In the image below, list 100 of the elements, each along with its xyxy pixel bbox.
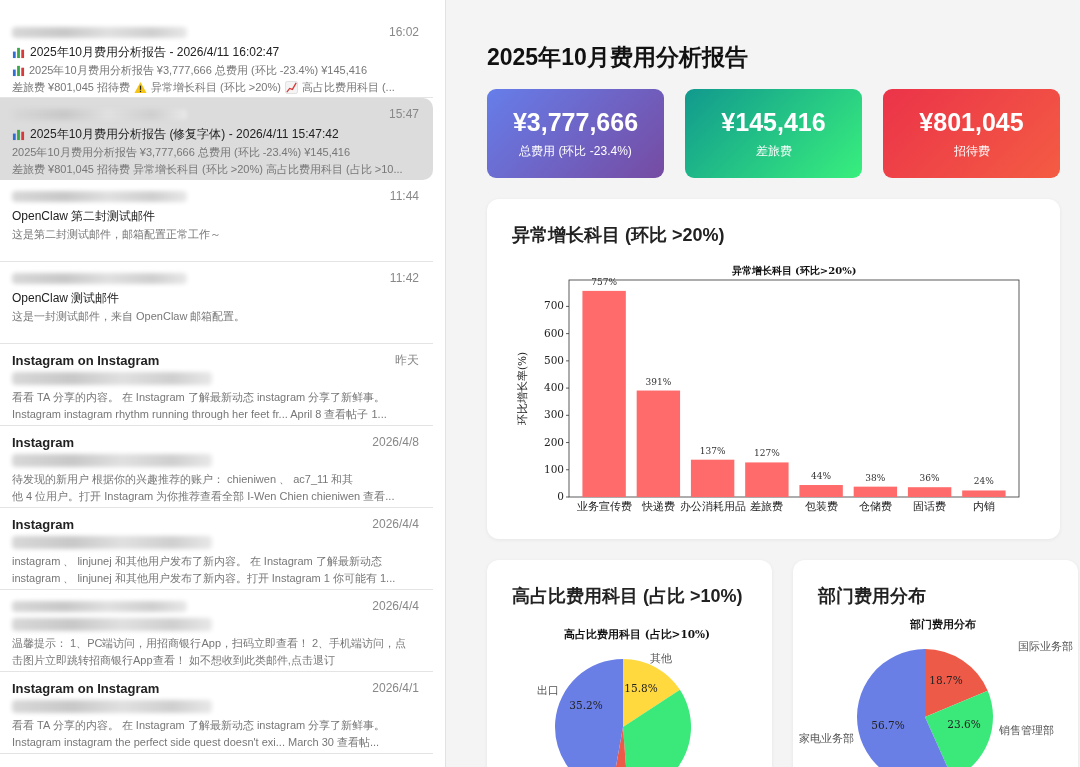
- y-tick-label: 500: [543, 353, 564, 366]
- mail-subject: 2025年10月费用分析报告 - 2026/4/11 16:02:47: [30, 43, 280, 61]
- y-tick-label: 0: [557, 490, 564, 502]
- bar-chart-icon: [12, 45, 25, 59]
- bar: [853, 486, 898, 497]
- mail-preview: 他 4 位用户。打开 Instagram 为你推荐查看全部 I-Wen Chien chieniwen 查看...: [12, 489, 395, 504]
- warning-icon: [134, 81, 147, 94]
- chart-title: 部门费用分布: [910, 618, 976, 630]
- mail-time: 11:44: [389, 189, 419, 203]
- slice-percent: 23.6%: [947, 718, 981, 730]
- mail-item[interactable]: Instagram 2026/4/8 待发现的新用户 根据你的兴趣推荐的账户： chieniwen 、 ac7_11 和其 他 4 位用户。打开 Instagram 为你推荐查看全部 I-Wen Chien chieniwen 查看...: [0, 426, 433, 508]
- mail-preview: 差旅费 ¥801,045 招待费 异常增长科目 (环比 >20%) 高占比费用科目 (占比 >10...: [12, 162, 403, 177]
- mail-time: 16:02: [388, 25, 419, 39]
- mail-item[interactable]: Instagram on Instagram 昨天 看看 TA 分享的内容。 在 Instagram 了解最新动态 instagram 分享了新鲜事。 Instagram instagram rhythm running through her feet fr... April 8 查看帖子 1...: [0, 344, 433, 426]
- mail-item[interactable]: Instagram 2026/4/4 instagram 、 linjunej 和其他用户发布了新内容。 在 Instagram 了解最新动态 instagram 、 linjunej 和其他用户发布了新内容。打开 Instagram 1 你可能有 1...: [0, 508, 433, 590]
- slice-label: 其他: [650, 652, 672, 664]
- stat-label: 总费用 (环比 -23.4%): [519, 142, 632, 160]
- mail-preview: 看看 TA 分享的内容。 在 Instagram 了解最新动态 instagram 分享了新鲜事。: [12, 718, 386, 733]
- slice-percent: 18.7%: [929, 674, 963, 686]
- mail-preview: 2025年10月费用分析报告 ¥3,777,666 总费用 (环比 -23.4%) ¥145,416: [29, 63, 368, 78]
- mail-time: 2026/4/1: [372, 681, 419, 695]
- mail-time: 2026/4/4: [372, 517, 419, 531]
- slice-label: 家电业务部: [799, 732, 854, 744]
- sender-name: Instagram on Instagram: [12, 352, 160, 368]
- mail-preview: 看看 TA 分享的内容。 在 Instagram 了解最新动态 instagram 分享了新鲜事。: [12, 390, 386, 405]
- chart-title: 异常增长科目 (环比>20%): [731, 265, 857, 276]
- mail-item[interactable]: 15:47 2025年10月费用分析报告 (修复字体) - 2026/4/11 15:47:42 2025年10月费用分析报告 ¥3,777,666 总费用 (环比 -23.4%) ¥145,416 差旅费 ¥801,045 招待费 异常增长科目 (环比 >20%) 高占比费用科目 (占比 >10...: [0, 98, 433, 180]
- mail-time: 15:47: [388, 107, 419, 121]
- mail-preview: 待发现的新用户 根据你的兴趣推荐的账户： chieniwen 、 ac7_11 和其: [12, 472, 354, 487]
- y-tick-label: 400: [543, 381, 564, 394]
- stat-value: ¥145,416: [721, 107, 826, 137]
- y-tick-label: 700: [543, 299, 564, 312]
- stat-label: 差旅费: [755, 142, 792, 160]
- category-label: 包装费: [804, 500, 838, 512]
- value-label: 24%: [973, 476, 994, 487]
- mail-subject: OpenClaw 测试邮件: [12, 289, 120, 307]
- mail-preview: instagram 、 linjunej 和其他用户发布了新内容。 在 Instagram 了解最新动态: [12, 554, 382, 569]
- mail-preview: 异常增长科目 (环比 >20%): [151, 80, 281, 95]
- mail-preview: 2025年10月费用分析报告 ¥3,777,666 总费用 (环比 -23.4%) ¥145,416: [12, 145, 351, 160]
- mail-time: 11:42: [389, 271, 419, 285]
- mail-preview: 差旅费 ¥801,045 招待费: [12, 80, 130, 95]
- mail-preview: 高占比费用科目 (...: [301, 80, 395, 95]
- sender-name: Instagram: [12, 516, 75, 532]
- slice-label: 国际业务部: [1018, 640, 1073, 652]
- value-label: 137%: [699, 445, 726, 456]
- mail-item[interactable]: 2026/4/4 温馨提示： 1、PC端访问，用招商银行App，扫码立即查看！ 2、手机端访问，点 击图片立即跳转招商银行App查看！ 如不想收到此类邮件,点击退订: [0, 590, 433, 672]
- y-tick-label: 200: [543, 435, 564, 448]
- mail-preview: 这是一封测试邮件，来自 OpenClaw 邮箱配置。: [12, 309, 246, 324]
- value-label: 127%: [754, 448, 780, 459]
- section-heading: 异常增长科目 (环比 >20%): [512, 224, 726, 247]
- y-tick-label: 100: [543, 462, 564, 475]
- mail-preview: Instagram instagram the perfect side quest doesn't exi... March 30 查看帖...: [12, 735, 380, 750]
- axis-title: 环比增长率(%): [516, 351, 528, 426]
- category-label: 业务宣传费: [576, 500, 632, 512]
- category-label: 内销: [972, 500, 995, 512]
- value-label: 36%: [919, 473, 940, 484]
- bar: [907, 487, 952, 497]
- value-label: 38%: [865, 472, 886, 483]
- stat-value: ¥3,777,666: [512, 107, 639, 137]
- sender-name: Instagram on Instagram: [12, 680, 160, 696]
- bar: [799, 485, 843, 497]
- mail-preview: instagram 、 linjunej 和其他用户发布了新内容。打开 Instagram 1 你可能有 1...: [12, 571, 396, 586]
- slice-percent: 56.7%: [871, 719, 905, 731]
- category-label: 差旅费: [750, 500, 784, 512]
- mail-time: 2026/4/4: [372, 599, 419, 613]
- bar: [745, 462, 789, 497]
- sender-name: Instagram: [12, 434, 75, 450]
- category-label: 仓储费: [858, 500, 892, 512]
- slice-percent: 35.2%: [569, 699, 603, 711]
- bar-chart-icon: [12, 127, 25, 141]
- category-label: 固话费: [913, 500, 947, 512]
- mail-preview: Instagram instagram rhythm running through her feet fr... April 8 查看帖子 1...: [12, 407, 387, 422]
- value-label: 44%: [811, 471, 832, 481]
- mail-item[interactable]: Instagram on Instagram 2026/4/1 看看 TA 分享的内容。 在 Instagram 了解最新动态 instagram 分享了新鲜事。 Instagram instagram the perfect side quest doesn't exi... March 30 查看帖...: [0, 672, 433, 754]
- bar: [962, 490, 1006, 497]
- mail-item[interactable]: 11:44 OpenClaw 第二封测试邮件 这是第二封测试邮件，邮箱配置正常工作～: [0, 180, 433, 262]
- mail-subject: 2025年10月费用分析报告 (修复字体) - 2026/4/11 15:47:42: [30, 125, 339, 143]
- bar-chart-icon: [12, 64, 25, 77]
- value-label: 757%: [591, 276, 617, 287]
- mail-time: 2026/4/8: [372, 435, 419, 449]
- mail-preview: 击图片立即跳转招商银行App查看！ 如不想收到此类邮件,点击退订: [12, 653, 335, 668]
- y-tick-label: 600: [543, 326, 564, 339]
- bar: [690, 459, 735, 497]
- y-tick-label: 300: [543, 408, 564, 421]
- section-heading: 部门费用分布: [818, 585, 927, 608]
- slice-label: 出口: [537, 684, 559, 696]
- trend-chart-icon: [284, 81, 298, 94]
- mail-preview: 温馨提示： 1、PC端访问，用招商银行App，扫码立即查看！ 2、手机端访问，点: [12, 636, 407, 651]
- slice-label: 销售管理部: [999, 724, 1054, 736]
- report-title: 2025年10月费用分析报告: [487, 43, 749, 72]
- category-label: 办公消耗用品: [679, 500, 746, 512]
- mail-item[interactable]: 11:42 OpenClaw 测试邮件 这是一封测试邮件，来自 OpenClaw 邮箱配置。: [0, 262, 433, 344]
- slice-percent: 15.8%: [624, 682, 658, 694]
- mail-preview: 这是第二封测试邮件，邮箱配置正常工作～: [12, 227, 221, 242]
- stat-label: 招待费: [953, 142, 990, 160]
- chart-title: 高占比费用科目 (占比>10%): [564, 628, 710, 640]
- value-label: 391%: [645, 376, 672, 387]
- section-heading: 高占比费用科目 (占比 >10%): [512, 585, 744, 608]
- stat-value: ¥801,045: [919, 107, 1024, 137]
- category-label: 快递费: [641, 500, 675, 512]
